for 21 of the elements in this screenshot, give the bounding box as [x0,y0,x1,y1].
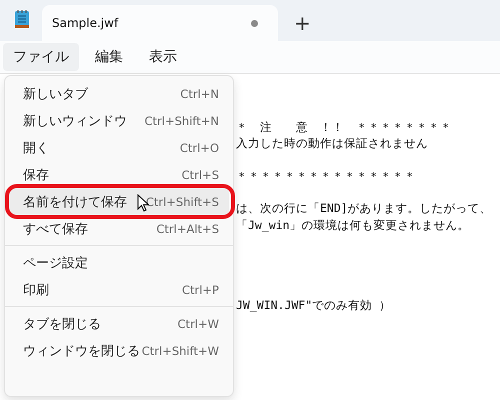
menu-bar-item[interactable]: ファイル [3,43,79,71]
file-menu-item[interactable]: 開く Ctrl+O [9,134,229,161]
editor-text-line: JW_WIN.JWF"でのみ有効 ） [236,298,392,312]
editor-text-line: 入力した時の動作は保証されません [236,136,428,150]
menu-bar-item[interactable]: 編集 [85,43,133,71]
editor-text-line: は、次の行に「END]があります。したがって、 [236,201,492,216]
notepad-icon [14,9,30,29]
file-menu-item[interactable]: すべて保存 Ctrl+Alt+S [9,215,229,242]
document-tab[interactable]: Sample.jwf [42,5,278,41]
file-menu-item[interactable]: 新しいウィンドウ Ctrl+Shift+N [9,107,229,134]
menu-bar-item[interactable]: 表示 [139,43,187,71]
file-menu-item[interactable]: ページ設定 [9,249,229,276]
file-menu-item[interactable]: ウィンドウを閉じる Ctrl+Shift+W [9,337,229,364]
new-tab-button[interactable]: + [294,13,311,33]
file-menu-item[interactable]: 保存 Ctrl+S [9,161,229,188]
file-menu-item[interactable]: タブを閉じる Ctrl+W [9,310,229,337]
file-menu-item[interactable]: 印刷 Ctrl+P [9,276,229,303]
editor-text-line: ＊ 注 意 ！！ ＊＊＊＊＊＊＊＊ [236,120,452,134]
editor-text-line: ＊＊＊＊＊＊＊＊＊＊＊＊＊＊＊ [236,168,416,183]
editor-text-line: 「Jw_win」の環境は何も変更されません。 [236,218,470,232]
file-menu-item[interactable]: 新しいタブ Ctrl+N [9,80,229,107]
